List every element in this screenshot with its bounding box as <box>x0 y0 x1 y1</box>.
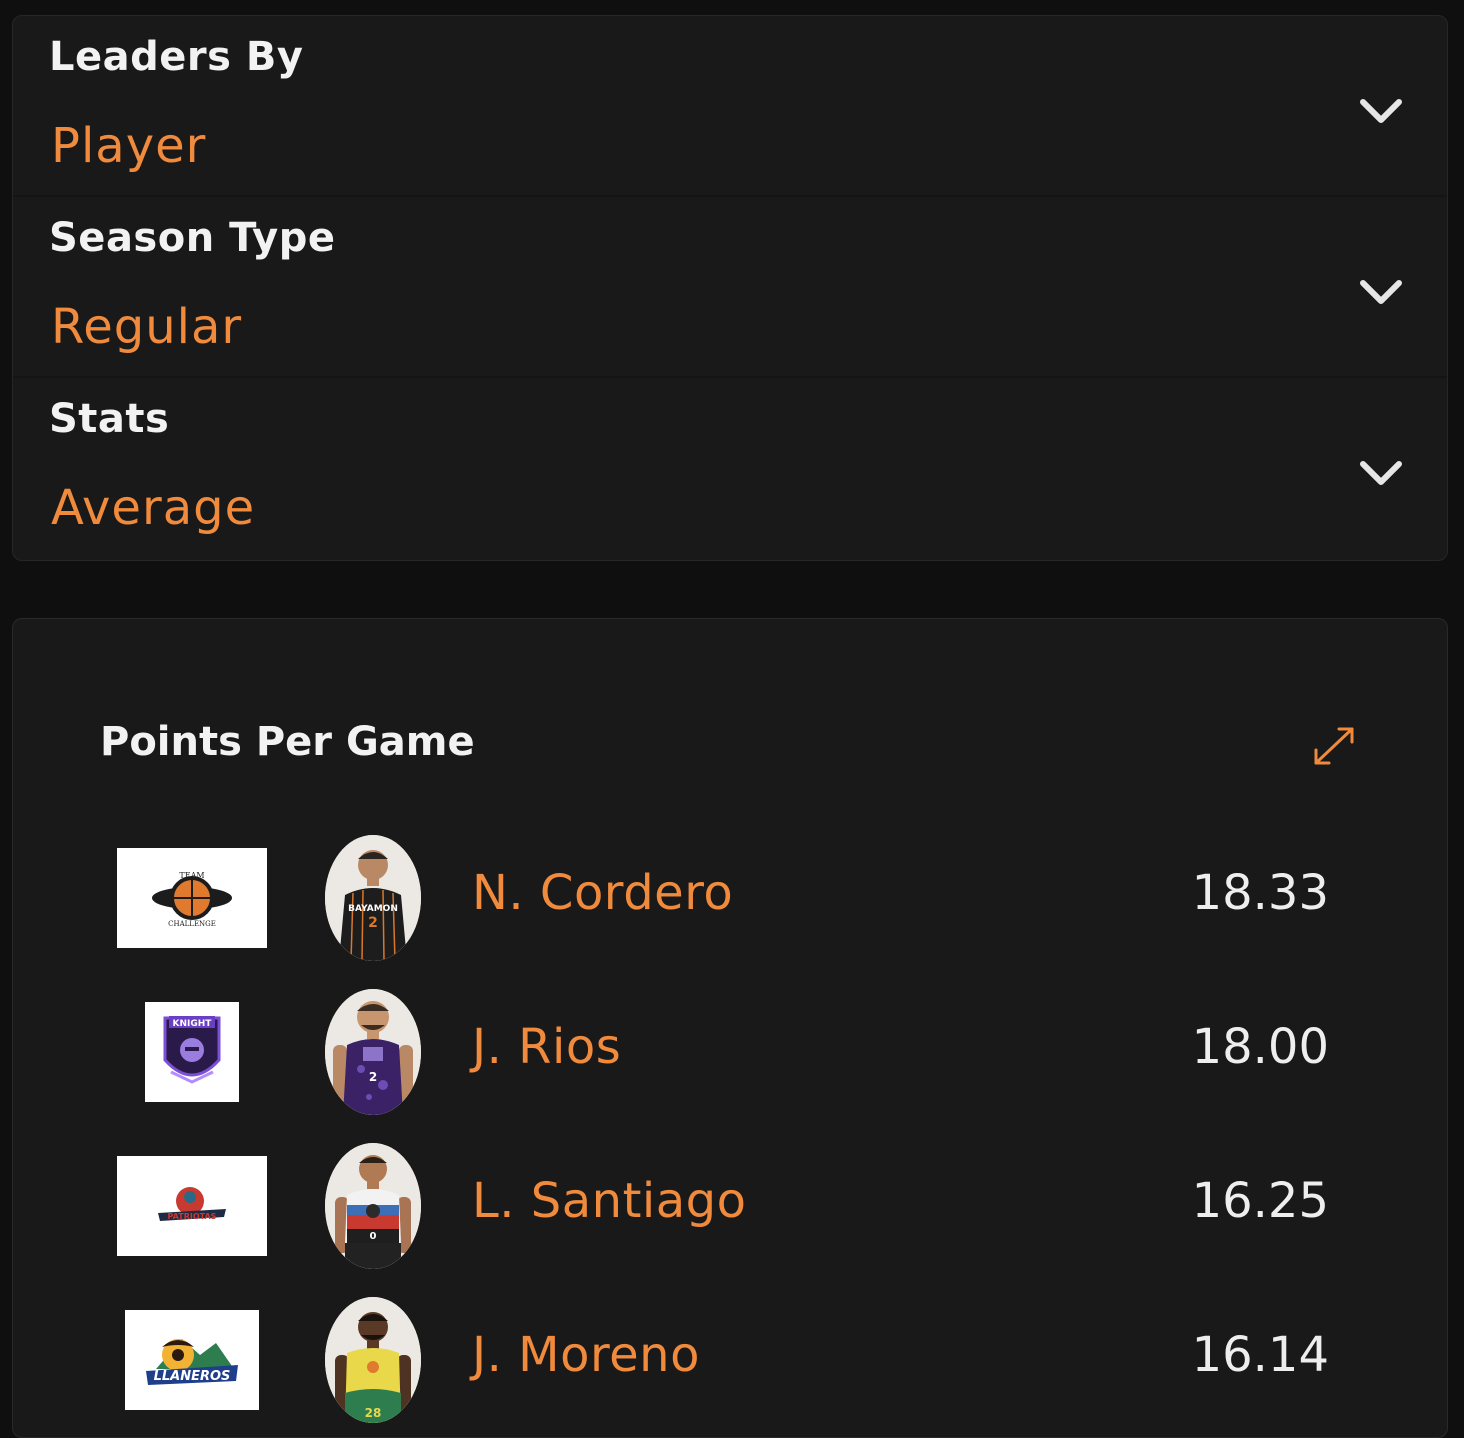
svg-text:BAYAMON: BAYAMON <box>348 904 398 914</box>
svg-text:LLANEROS: LLANEROS <box>154 1369 231 1384</box>
filter-leaders-by[interactable]: Leaders By Player <box>13 16 1447 197</box>
player-stat-value: 16.14 <box>1191 1327 1329 1383</box>
player-avatar[interactable]: 2 <box>325 989 421 1115</box>
player-name[interactable]: L. Santiago <box>472 1173 746 1229</box>
player-avatar[interactable]: 0 <box>325 1143 421 1269</box>
svg-text:0: 0 <box>370 1231 377 1242</box>
player-stat-value: 16.25 <box>1191 1173 1329 1229</box>
filter-value[interactable]: Regular <box>51 299 242 355</box>
llaneros-logo[interactable]: LLANEROS <box>125 1310 259 1410</box>
knights-logo[interactable]: KNIGHT <box>145 1002 239 1102</box>
player-name[interactable]: J. Rios <box>472 1019 621 1075</box>
expand-icon[interactable] <box>1311 724 1357 768</box>
leader-row[interactable]: PATRIOTAS 0 L. Santiago 16.25 <box>13 1143 1447 1273</box>
chevron-down-icon[interactable] <box>1355 94 1407 128</box>
player-stat-value: 18.00 <box>1191 1019 1329 1075</box>
svg-text:TEAM: TEAM <box>179 871 204 880</box>
team-challenge-logo[interactable]: TEAM CHALLENGE <box>117 848 267 948</box>
leader-row[interactable]: LLANEROS 28 J. Moreno 16.14 <box>13 1297 1447 1427</box>
svg-text:PATRIOTAS: PATRIOTAS <box>168 1212 217 1221</box>
filter-value[interactable]: Player <box>51 118 206 174</box>
svg-text:2: 2 <box>368 915 378 931</box>
filter-value[interactable]: Average <box>51 480 255 536</box>
patriotas-logo[interactable]: PATRIOTAS <box>117 1156 267 1256</box>
leaders-card: Points Per Game TEAM CHALLENGE BAYAMON 2… <box>12 618 1448 1438</box>
filter-label: Stats <box>49 396 170 442</box>
player-avatar[interactable]: 28 <box>325 1297 421 1423</box>
chevron-down-icon[interactable] <box>1355 275 1407 309</box>
svg-text:2: 2 <box>369 1070 377 1084</box>
leaders-title: Points Per Game <box>100 719 475 765</box>
chevron-down-icon[interactable] <box>1355 456 1407 490</box>
svg-text:CHALLENGE: CHALLENGE <box>168 920 216 928</box>
svg-text:KNIGHT: KNIGHT <box>173 1019 213 1029</box>
filter-label: Leaders By <box>49 34 304 80</box>
player-avatar[interactable]: BAYAMON 2 <box>325 835 421 961</box>
filter-label: Season Type <box>49 215 336 261</box>
player-name[interactable]: J. Moreno <box>472 1327 700 1383</box>
svg-text:28: 28 <box>365 1406 382 1420</box>
leader-row[interactable]: TEAM CHALLENGE BAYAMON 2 N. Cordero 18.3… <box>13 835 1447 965</box>
filter-stats[interactable]: Stats Average <box>13 378 1447 559</box>
player-stat-value: 18.33 <box>1191 865 1329 921</box>
player-name[interactable]: N. Cordero <box>472 865 733 921</box>
filters-panel: Leaders By Player Season Type Regular St… <box>12 15 1448 561</box>
leader-row[interactable]: KNIGHT 2 J. Rios 18.00 <box>13 989 1447 1119</box>
filter-season-type[interactable]: Season Type Regular <box>13 197 1447 378</box>
